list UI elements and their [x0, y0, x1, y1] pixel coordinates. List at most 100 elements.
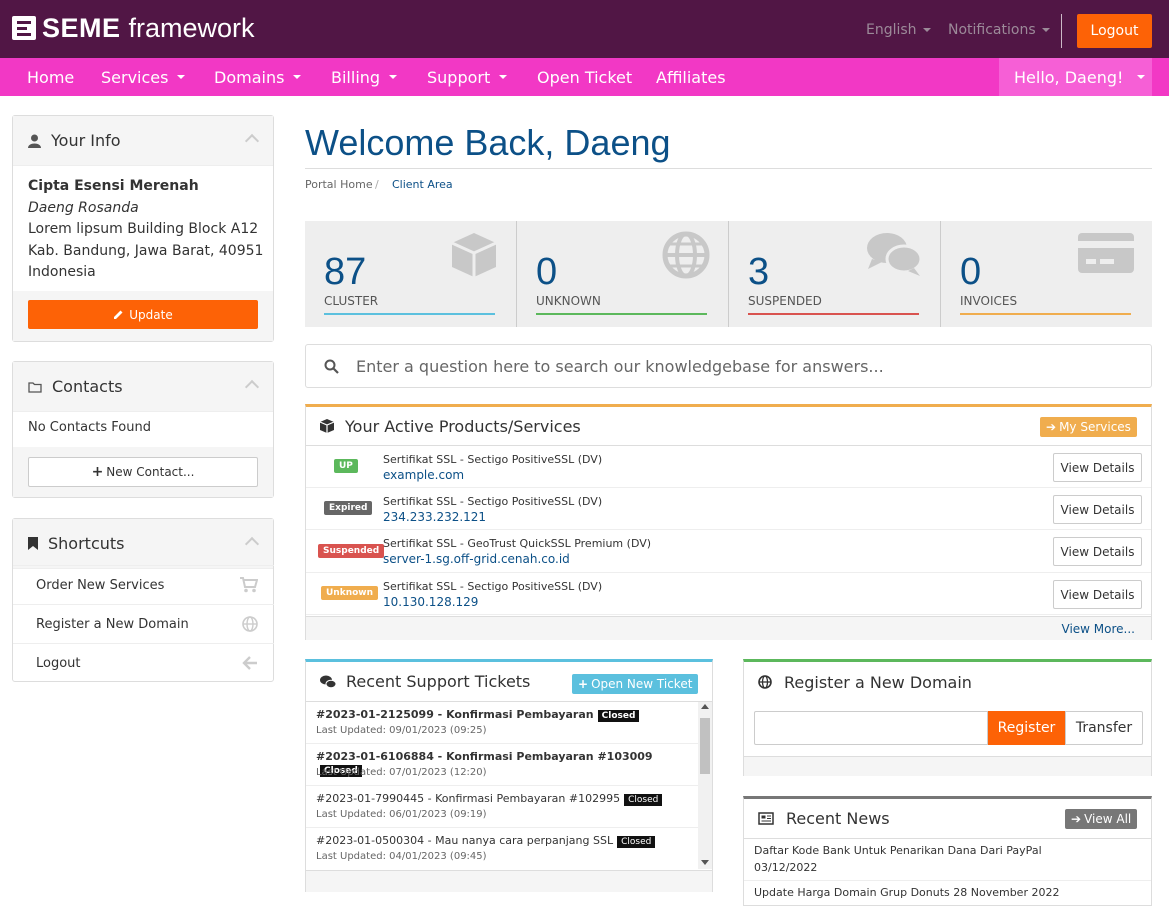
stat-value: 87 — [324, 251, 367, 293]
nav-services[interactable]: Services — [101, 58, 186, 96]
ticket-row[interactable]: #2023-01-7990445 - Konfirmasi Pembayaran… — [306, 786, 698, 828]
scroll-down-icon[interactable] — [701, 860, 709, 865]
stat-underline — [324, 313, 495, 315]
shortcuts-card: Shortcuts Order New Services Register a … — [12, 518, 274, 682]
chevron-down-icon — [177, 75, 186, 79]
service-row[interactable]: Expired Sertifikat SSL - Sectigo Positiv… — [306, 488, 1151, 530]
shortcut-label: Order New Services — [36, 577, 165, 593]
register-domain-panel: Register a New Domain Register Transfer — [743, 659, 1152, 776]
service-domain[interactable]: server-1.sg.off-grid.cenah.co.id — [383, 552, 570, 566]
your-info-header[interactable]: Your Info — [13, 116, 273, 166]
arrow-right-icon: ➔ — [1071, 812, 1082, 826]
support-tickets-panel: Recent Support Tickets + Open New Ticket … — [305, 659, 713, 892]
service-domain[interactable]: 234.233.232.121 — [383, 510, 486, 524]
nav-home[interactable]: Home — [27, 58, 74, 96]
service-domain[interactable]: example.com — [383, 468, 464, 482]
view-more-link[interactable]: View More... — [1062, 622, 1135, 636]
view-details-button[interactable]: View Details — [1053, 580, 1142, 609]
view-details-button[interactable]: View Details — [1053, 495, 1142, 524]
nav-billing[interactable]: Billing — [331, 58, 398, 96]
chevron-up-icon[interactable] — [244, 536, 260, 552]
cube-icon — [320, 419, 334, 433]
scrollbar-thumb[interactable] — [700, 718, 710, 774]
address-line-1: Lorem lipsum Building Block A12 — [28, 221, 259, 237]
chevron-up-icon[interactable] — [244, 379, 260, 395]
ticket-row[interactable]: #2023-01-6106884 - Konfirmasi Pembayaran… — [306, 744, 698, 786]
site-logo[interactable]: SEME framework — [12, 12, 255, 44]
view-all-news-button[interactable]: ➔ View All — [1065, 809, 1138, 829]
stat-tile-invoices[interactable]: 0 INVOICES — [941, 221, 1152, 327]
new-contact-label: New Contact... — [106, 465, 195, 479]
ticket-subject: #2023-01-7990445 - Konfirmasi Pembayaran… — [316, 792, 621, 805]
open-new-ticket-button[interactable]: + Open New Ticket — [572, 674, 699, 694]
shortcuts-header[interactable]: Shortcuts — [13, 519, 273, 569]
scrollbar[interactable] — [698, 702, 712, 869]
new-contact-button[interactable]: + New Contact... — [28, 457, 258, 487]
chevron-down-icon — [922, 28, 931, 32]
chevron-up-icon[interactable] — [244, 133, 260, 149]
language-label: English — [866, 22, 917, 38]
service-row[interactable]: Unknown Sertifikat SSL - Sectigo Positiv… — [306, 573, 1151, 615]
view-details-button[interactable]: View Details — [1053, 537, 1142, 566]
service-row[interactable]: UP Sertifikat SSL - Sectigo PositiveSSL … — [306, 446, 1151, 488]
user-icon — [28, 134, 41, 148]
language-dropdown[interactable]: English — [866, 22, 931, 38]
shortcut-label: Register a New Domain — [36, 616, 189, 632]
status-badge: Unknown — [321, 586, 379, 600]
plus-icon: + — [578, 677, 589, 691]
ticket-row[interactable]: #2023-01-2125099 - Konfirmasi Pembayaran… — [306, 702, 698, 744]
ticket-subject: #2023-01-2125099 - Konfirmasi Pembayaran — [316, 708, 594, 721]
notifications-dropdown[interactable]: Notifications — [948, 22, 1050, 38]
nav-domains[interactable]: Domains — [214, 58, 302, 96]
news-item[interactable]: Daftar Kode Bank Untuk Penarikan Dana Da… — [744, 839, 1151, 881]
page-title: Welcome Back, Daeng — [305, 122, 671, 163]
status-badge: Closed — [597, 710, 640, 722]
chevron-down-icon — [293, 75, 302, 79]
register-button[interactable]: Register — [988, 711, 1065, 745]
breadcrumb-portal-home[interactable]: Portal Home — [305, 178, 373, 191]
stat-label: INVOICES — [960, 294, 1018, 308]
my-services-button[interactable]: ➔ My Services — [1040, 417, 1137, 437]
logout-button[interactable]: Logout — [1077, 14, 1152, 48]
shortcut-logout[interactable]: Logout — [13, 643, 274, 682]
news-date: 03/12/2022 — [754, 861, 818, 874]
stat-label: UNKNOWN — [536, 294, 601, 308]
stat-tile-cluster[interactable]: 87 CLUSTER — [305, 221, 516, 327]
ticket-updated: Last Updated: 07/01/2023 (12:20) — [316, 767, 487, 778]
nav-label: Open Ticket — [537, 67, 633, 87]
nav-label: Support — [427, 67, 491, 87]
ticket-updated: Last Updated: 04/01/2023 (09:45) — [316, 851, 487, 862]
view-details-button[interactable]: View Details — [1053, 453, 1142, 482]
nav-support[interactable]: Support — [427, 58, 508, 96]
scroll-up-icon[interactable] — [701, 704, 709, 709]
knowledgebase-search-input[interactable]: Enter a question here to search our know… — [305, 344, 1152, 388]
plus-icon: + — [91, 464, 104, 480]
support-tickets-title: Recent Support Tickets — [346, 672, 531, 691]
contact-name: Daeng Rosanda — [28, 199, 139, 216]
service-domain[interactable]: 10.130.128.129 — [383, 595, 478, 609]
comments-icon — [320, 675, 336, 688]
nav-open-ticket[interactable]: Open Ticket — [537, 58, 632, 96]
status-badge: Expired — [324, 501, 373, 515]
service-name: Sertifikat SSL - Sectigo PositiveSSL (DV… — [383, 495, 603, 508]
user-menu[interactable]: Hello, Daeng! — [999, 58, 1152, 96]
transfer-button[interactable]: Transfer — [1065, 711, 1143, 745]
stat-tile-suspended[interactable]: 3 SUSPENDED — [729, 221, 940, 327]
nav-label: Home — [27, 67, 75, 87]
ticket-row[interactable]: #2023-01-0500304 - Mau nanya cara perpan… — [306, 828, 698, 869]
shortcut-register-domain[interactable]: Register a New Domain — [13, 604, 274, 643]
service-row[interactable]: Suspended Sertifikat SSL - GeoTrust Quic… — [306, 530, 1151, 573]
shortcut-order-new-services[interactable]: Order New Services — [13, 565, 274, 604]
update-button[interactable]: Update — [28, 300, 258, 329]
domain-search-input[interactable] — [754, 711, 988, 745]
breadcrumb-client-area: Client Area — [392, 178, 453, 191]
nav-affiliates[interactable]: Affiliates — [656, 58, 726, 96]
my-services-label: My Services — [1059, 420, 1131, 434]
news-item[interactable]: Update Harga Domain Grup Donuts 28 Novem… — [744, 881, 1151, 911]
service-name: Sertifikat SSL - Sectigo PositiveSSL (DV… — [383, 580, 603, 593]
breadcrumb-separator: / — [375, 178, 379, 191]
support-tickets-header: Recent Support Tickets + Open New Ticket — [306, 662, 712, 702]
chevron-down-icon — [389, 75, 398, 79]
stat-tile-unknown[interactable]: 0 UNKNOWN — [517, 221, 728, 327]
contacts-header[interactable]: Contacts — [13, 362, 273, 412]
